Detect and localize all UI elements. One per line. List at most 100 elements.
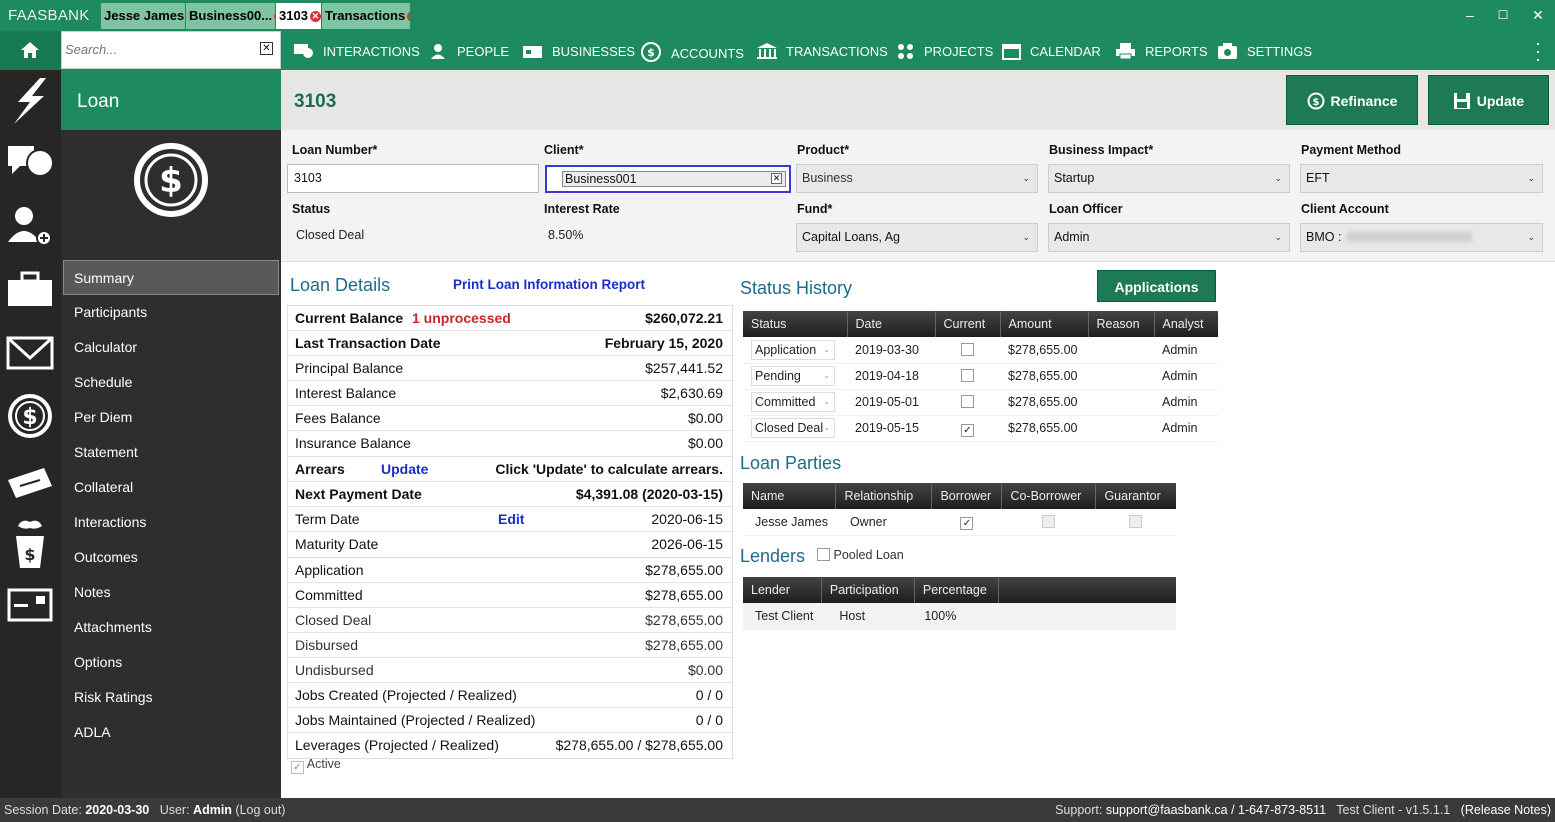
- column-header[interactable]: Name: [743, 483, 837, 509]
- current-checkbox[interactable]: [961, 395, 974, 408]
- close-icon[interactable]: ✕: [274, 11, 275, 22]
- column-header[interactable]: Percentage: [914, 577, 999, 603]
- menu-item-per-diem[interactable]: Per Diem: [61, 400, 281, 435]
- search-box[interactable]: ✕: [61, 31, 281, 69]
- unprocessed-link[interactable]: 1 unprocessed: [412, 306, 511, 331]
- menu-item-schedule[interactable]: Schedule: [61, 365, 281, 400]
- menu-item-statement[interactable]: Statement: [61, 435, 281, 470]
- table-row[interactable]: Application ⌄ 2019-03-30 $278,655.00 Admin: [743, 337, 1218, 364]
- active-checkbox[interactable]: ✓ Active: [291, 757, 341, 774]
- sidebar-interactions[interactable]: [0, 132, 61, 192]
- status-select[interactable]: Committed ⌄: [751, 392, 835, 412]
- term-edit-link[interactable]: Edit: [498, 507, 524, 532]
- menu-item-outcomes[interactable]: Outcomes: [61, 540, 281, 575]
- column-header[interactable]: Amount: [1000, 311, 1089, 337]
- nav-people[interactable]: PEOPLE: [429, 42, 509, 60]
- menu-item-options[interactable]: Options: [61, 645, 281, 680]
- current-checkbox[interactable]: [961, 342, 974, 356]
- guarantor-checkbox[interactable]: [1129, 514, 1143, 528]
- close-window-button[interactable]: ✕: [1528, 6, 1548, 24]
- menu-item-collateral[interactable]: Collateral: [61, 470, 281, 505]
- tab-3103[interactable]: 3103 ✕: [276, 3, 321, 29]
- support-email-link[interactable]: support@faasbank.ca: [1106, 803, 1228, 817]
- table-row[interactable]: Committed ⌄ 2019-05-01 $278,655.00 Admin: [743, 389, 1218, 416]
- column-header[interactable]: Lender: [743, 577, 822, 603]
- menu-item-calculator[interactable]: Calculator: [61, 330, 281, 365]
- minimize-button[interactable]: –: [1460, 6, 1480, 24]
- status-select[interactable]: Closed Deal ⌄: [751, 418, 835, 438]
- column-header[interactable]: Status: [743, 311, 848, 337]
- payment-method-select[interactable]: EFT ⌄: [1300, 164, 1543, 193]
- loan-number-input[interactable]: 3103: [287, 164, 539, 193]
- column-header[interactable]: Reason: [1088, 311, 1155, 337]
- menu-item-participants[interactable]: Participants: [61, 295, 281, 330]
- menu-item-adla[interactable]: ADLA: [61, 715, 281, 750]
- business-impact-select[interactable]: Startup ⌄: [1048, 164, 1290, 193]
- column-header[interactable]: Date: [847, 311, 936, 337]
- applications-button[interactable]: Applications: [1097, 270, 1216, 302]
- search-input[interactable]: [62, 32, 252, 66]
- nav-businesses[interactable]: BUSINESSES: [522, 42, 635, 60]
- sidebar-reports[interactable]: [0, 576, 61, 636]
- print-loan-report-link[interactable]: Print Loan Information Report: [453, 277, 645, 292]
- arrears-update-link[interactable]: Update: [381, 457, 428, 482]
- update-button[interactable]: Update: [1428, 75, 1549, 125]
- nav-accounts[interactable]: $ ACCOUNTS: [641, 42, 744, 62]
- current-checkbox[interactable]: [961, 369, 974, 382]
- menu-item-notes[interactable]: Notes: [61, 575, 281, 610]
- column-header[interactable]: Relationship: [835, 483, 933, 509]
- nav-transactions[interactable]: TRANSACTIONS: [756, 42, 888, 60]
- column-header[interactable]: Co-Borrower: [1001, 483, 1097, 509]
- sidebar-quick-action[interactable]: [0, 70, 61, 130]
- close-icon[interactable]: ✕: [309, 11, 321, 22]
- table-row[interactable]: Pending ⌄ 2019-04-18 $278,655.00 Admin: [743, 363, 1218, 390]
- nav-projects[interactable]: PROJECTS: [896, 42, 993, 60]
- menu-item-summary[interactable]: Summary: [63, 260, 279, 295]
- sidebar-mail[interactable]: [0, 322, 61, 382]
- logout-link[interactable]: (Log out): [235, 803, 285, 817]
- refinance-button[interactable]: $ Refinance: [1286, 75, 1418, 125]
- remove-client-icon[interactable]: ✕: [771, 173, 782, 184]
- nav-calendar[interactable]: CALENDAR: [1002, 42, 1101, 60]
- borrower-checkbox[interactable]: ✓: [960, 517, 974, 531]
- menu-item-risk-ratings[interactable]: Risk Ratings: [61, 680, 281, 715]
- clear-search-icon[interactable]: ✕: [260, 42, 273, 55]
- column-header[interactable]: Participation: [821, 577, 915, 603]
- table-row[interactable]: Test Client Host 100%: [743, 603, 1176, 630]
- tab-jesse-james[interactable]: Jesse James✕: [101, 3, 185, 29]
- nav-settings[interactable]: SETTINGS: [1217, 42, 1312, 60]
- maximize-button[interactable]: ☐: [1493, 6, 1513, 24]
- sidebar-add-person[interactable]: [0, 196, 61, 256]
- nav-interactions[interactable]: INTERACTIONS: [293, 42, 420, 60]
- current-checkbox[interactable]: ✓: [961, 423, 974, 437]
- menu-item-attachments[interactable]: Attachments: [61, 610, 281, 645]
- sidebar-transactions[interactable]: [0, 450, 61, 510]
- table-row[interactable]: Jesse James Owner ✓: [743, 509, 1176, 536]
- status-select[interactable]: Application ⌄: [751, 339, 835, 360]
- nav-reports[interactable]: REPORTS: [1115, 42, 1208, 60]
- sidebar-accounts[interactable]: $: [0, 386, 61, 446]
- client-field[interactable]: Business001 ✕: [545, 165, 791, 193]
- product-select[interactable]: Business ⌄: [796, 164, 1038, 193]
- more-menu-icon[interactable]: · · ·: [1533, 34, 1543, 68]
- column-header[interactable]: Borrower: [931, 483, 1003, 509]
- fund-select[interactable]: Capital Loans, Ag ⌄: [796, 223, 1038, 252]
- column-header[interactable]: Guarantor: [1095, 483, 1176, 509]
- status-select[interactable]: Pending ⌄: [751, 366, 835, 386]
- column-header[interactable]: Current: [935, 311, 1001, 337]
- column-header[interactable]: Analyst: [1154, 311, 1218, 337]
- home-button[interactable]: [0, 31, 61, 70]
- sidebar-projects[interactable]: $: [0, 514, 61, 574]
- sidebar-businesses[interactable]: [0, 260, 61, 320]
- client-account-select[interactable]: BMO : ⌄: [1300, 223, 1543, 252]
- release-notes-link[interactable]: (Release Notes): [1461, 803, 1551, 817]
- table-row[interactable]: Closed Deal ⌄ 2019-05-15 ✓ $278,655.00 Admin: [743, 415, 1218, 442]
- loan-officer-select[interactable]: Admin ⌄: [1048, 223, 1290, 252]
- close-icon[interactable]: ✕: [407, 11, 410, 22]
- tab-transactions[interactable]: Transactions✕: [322, 3, 410, 29]
- client-chip[interactable]: Business001 ✕: [562, 171, 786, 187]
- co-borrower-checkbox[interactable]: [1042, 514, 1056, 528]
- pooled-loan-checkbox[interactable]: Pooled Loan: [817, 548, 904, 562]
- menu-item-interactions[interactable]: Interactions: [61, 505, 281, 540]
- tab-business001[interactable]: Business00...✕: [186, 3, 275, 29]
